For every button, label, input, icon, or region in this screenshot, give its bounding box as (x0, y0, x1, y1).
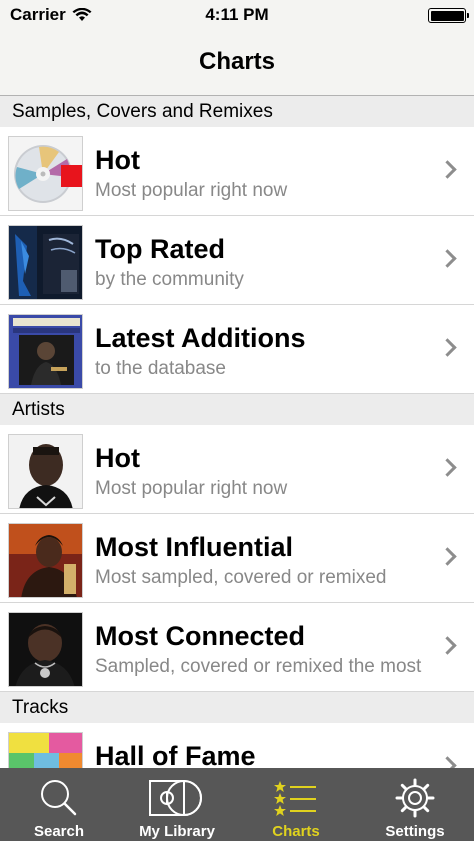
battery-icon (428, 8, 469, 23)
tab-search[interactable]: Search (0, 768, 118, 841)
chart-row-samples-top-rated[interactable]: Top Rated by the community (0, 216, 474, 305)
album-thumbnail (8, 314, 83, 389)
tab-charts[interactable]: Charts (237, 768, 355, 841)
chevron-right-icon (438, 547, 457, 566)
navigation-bar: Charts (0, 30, 474, 96)
section-header-artists: Artists (0, 394, 474, 425)
row-title: Most Connected (95, 621, 306, 651)
row-title: Hot (95, 145, 140, 175)
row-title: Hot (95, 443, 140, 473)
row-subtitle: to the database (95, 358, 226, 379)
chart-row-artists-influential[interactable]: Most Influential Most sampled, covered o… (0, 514, 474, 603)
row-title: Latest Additions (95, 323, 306, 353)
row-title: Hall of Fame (95, 741, 256, 768)
tab-label: My Library (139, 823, 215, 840)
status-time: 4:11 PM (205, 5, 269, 24)
row-subtitle: Most popular right now (95, 180, 288, 201)
chart-row-samples-hot[interactable]: Hot Most popular right now (0, 127, 474, 216)
row-subtitle: by the community (95, 269, 244, 290)
row-subtitle: Most popular right now (95, 478, 288, 499)
chevron-right-icon (438, 458, 457, 477)
page-title: Charts (198, 48, 276, 75)
chart-row-samples-latest[interactable]: Latest Additions to the database (0, 305, 474, 394)
tab-label: Charts (272, 823, 320, 840)
status-bar: Carrier 4:11 PM (0, 0, 474, 30)
chevron-right-icon (438, 249, 457, 268)
chart-row-artists-hot[interactable]: Hot Most popular right now (0, 425, 474, 514)
chevron-right-icon (438, 160, 457, 179)
tab-my-library[interactable]: My Library (118, 768, 236, 841)
chart-row-tracks-hall-of-fame[interactable]: Hall of Fame (0, 723, 474, 768)
artist-thumbnail (8, 612, 83, 687)
chart-row-artists-connected[interactable]: Most Connected Sampled, covered or remix… (0, 603, 474, 692)
chevron-right-icon (438, 636, 457, 655)
album-thumbnail (8, 225, 83, 300)
tab-bar: Search My Library Charts Settings (0, 768, 474, 841)
charts-list[interactable]: Samples, Covers and Remixes Hot Most pop… (0, 96, 474, 768)
tab-settings[interactable]: Settings (356, 768, 474, 841)
search-icon (41, 780, 77, 816)
artist-thumbnail (8, 523, 83, 598)
tab-label: Settings (385, 823, 445, 840)
row-subtitle: Most sampled, covered or remixed (95, 567, 387, 588)
gear-icon (395, 778, 435, 818)
chevron-right-icon (438, 756, 457, 768)
album-thumbnail (8, 136, 83, 211)
row-subtitle: Sampled, covered or remixed the most (95, 656, 422, 677)
section-header-tracks: Tracks (0, 692, 474, 723)
album-thumbnail (8, 732, 83, 768)
artist-thumbnail (8, 434, 83, 509)
chevron-right-icon (438, 338, 457, 357)
section-header-samples: Samples, Covers and Remixes (0, 96, 474, 127)
tab-label: Search (33, 823, 85, 840)
row-title: Top Rated (95, 234, 225, 264)
library-icon (149, 780, 202, 816)
row-title: Most Influential (95, 532, 293, 562)
charts-icon (274, 781, 316, 816)
